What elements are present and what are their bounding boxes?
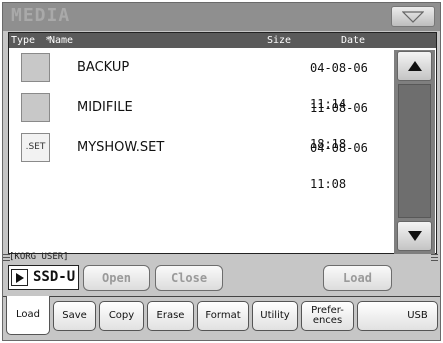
list-item[interactable]: .SET MYSHOW.SET 04-08-06 11:08 — [9, 130, 389, 191]
path-bar: [KORG USER] — [3, 251, 440, 264]
tab-usb-label: USB — [407, 310, 428, 321]
folder-icon — [21, 93, 50, 122]
list-header: Type * Name Size Date — [9, 33, 436, 48]
open-button[interactable]: Open — [83, 265, 150, 291]
column-name[interactable]: Name — [49, 33, 73, 48]
scroll-down-button[interactable] — [397, 221, 432, 251]
current-path: [KORG USER] — [9, 252, 69, 262]
tab-load[interactable]: Load — [6, 296, 50, 335]
device-menu-button[interactable] — [11, 269, 28, 286]
tab-format[interactable]: Format — [197, 301, 249, 331]
media-window: MEDIA Type * Name Size Date BACKUP 04-08… — [2, 2, 441, 341]
item-name: MIDIFILE — [77, 100, 133, 115]
device-selector[interactable]: SSD-U — [8, 265, 79, 290]
item-name: BACKUP — [77, 60, 130, 75]
list-item[interactable]: MIDIFILE 11-08-06 18:18 — [9, 90, 389, 151]
title-bar: MEDIA — [3, 3, 440, 31]
set-file-icon: .SET — [21, 133, 50, 162]
tab-bar: Load Save Copy Erase Format Utility Pref… — [3, 296, 440, 340]
scrollbar[interactable] — [394, 50, 435, 254]
arrow-down-icon — [408, 231, 422, 241]
page-menu-button[interactable] — [391, 6, 435, 27]
load-button[interactable]: Load — [323, 265, 392, 291]
column-size[interactable]: Size — [267, 33, 291, 48]
tab-usb[interactable]: USB — [357, 301, 438, 331]
tab-copy[interactable]: Copy — [99, 301, 144, 331]
tab-preferences[interactable]: Prefer- ences — [301, 301, 354, 331]
column-type-label: Type — [11, 35, 36, 46]
tab-erase[interactable]: Erase — [147, 301, 194, 331]
triangle-down-icon — [402, 11, 424, 23]
window-title: MEDIA — [11, 5, 71, 26]
arrow-up-icon — [408, 61, 422, 71]
device-label: SSD-U — [33, 269, 76, 285]
column-type[interactable]: Type * — [11, 33, 51, 48]
tab-utility[interactable]: Utility — [252, 301, 298, 331]
folder-icon — [21, 53, 50, 82]
close-button[interactable]: Close — [155, 265, 223, 291]
item-name: MYSHOW.SET — [77, 140, 165, 155]
file-list[interactable]: Type * Name Size Date BACKUP 04-08-06 11… — [8, 32, 437, 254]
triangle-right-icon — [16, 273, 24, 283]
grip-icon — [431, 254, 438, 261]
scroll-up-button[interactable] — [397, 51, 432, 81]
item-date: 04-08-06 11:08 — [310, 141, 368, 191]
column-date[interactable]: Date — [341, 33, 365, 48]
list-item[interactable]: BACKUP 04-08-06 11:14 — [9, 50, 389, 111]
scroll-track[interactable] — [398, 84, 431, 218]
tab-save[interactable]: Save — [53, 301, 96, 331]
